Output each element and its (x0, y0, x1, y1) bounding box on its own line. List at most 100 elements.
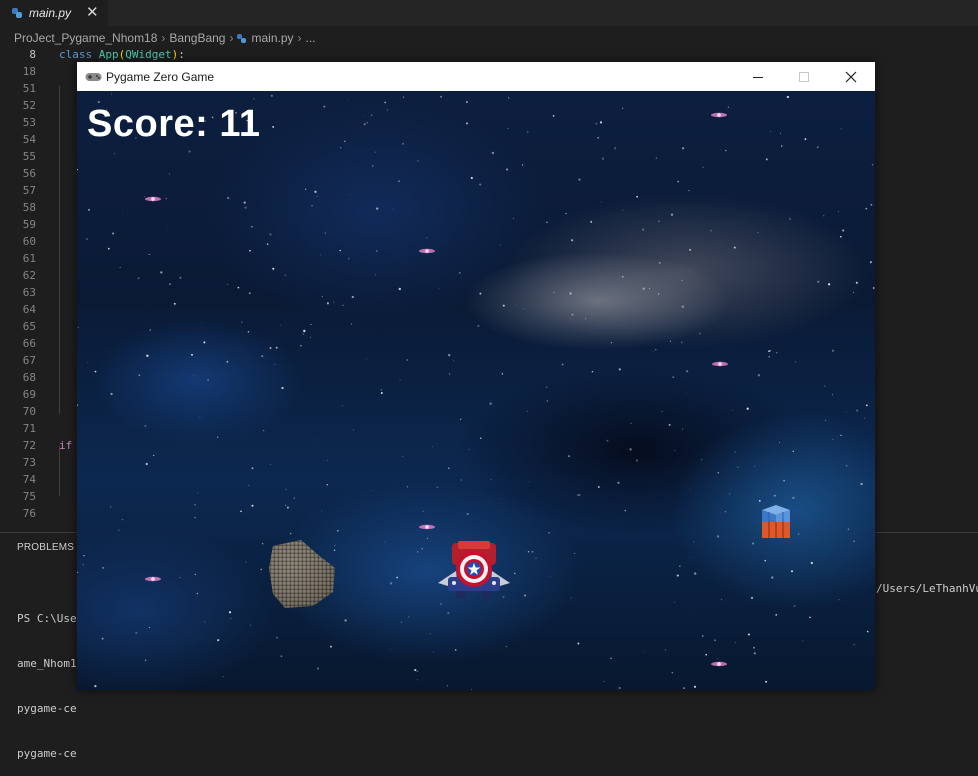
star (270, 94, 273, 97)
star (531, 550, 534, 553)
breadcrumb-item-folder[interactable]: BangBang (169, 31, 225, 45)
star (606, 439, 609, 442)
star (344, 619, 347, 622)
star (249, 624, 252, 626)
breadcrumb-item-project[interactable]: ProJect_Pygame_Nhom18 (14, 31, 157, 45)
star (698, 332, 701, 335)
minimize-button[interactable] (735, 62, 781, 91)
line-number: 51 (22, 82, 36, 95)
star (727, 106, 730, 108)
star (621, 107, 624, 109)
star (261, 542, 264, 545)
star (286, 506, 289, 509)
star (692, 612, 694, 614)
star (403, 96, 405, 98)
star (764, 559, 767, 562)
star (548, 532, 550, 534)
pygame-window[interactable]: Pygame Zero Game Score: 11 (77, 62, 875, 690)
problems-tab[interactable]: PROBLEMS (17, 542, 74, 553)
breadcrumb-item-symbol[interactable]: ... (306, 31, 316, 45)
star (144, 659, 147, 662)
star (374, 151, 376, 153)
star (754, 466, 756, 467)
star (253, 98, 255, 100)
star (470, 688, 473, 690)
star (840, 235, 842, 238)
star (111, 93, 113, 95)
star (822, 214, 825, 217)
star (202, 322, 203, 324)
star (272, 267, 275, 270)
tab-main-py[interactable]: main.py ✕ (0, 0, 108, 26)
star (351, 323, 353, 325)
star (330, 645, 332, 648)
star (179, 576, 181, 579)
star (668, 423, 671, 426)
game-canvas[interactable]: Score: 11 (77, 91, 875, 690)
star (83, 555, 85, 557)
star (327, 459, 329, 461)
star (109, 506, 112, 508)
breadcrumb-item-file[interactable]: main.py (251, 31, 293, 45)
star (397, 180, 401, 183)
star (228, 611, 232, 614)
star (341, 405, 343, 406)
pink-star-core (425, 525, 429, 529)
star (719, 149, 721, 150)
star (702, 166, 704, 168)
star (390, 649, 392, 650)
maximize-button[interactable] (781, 62, 827, 91)
star (489, 402, 492, 405)
star (775, 614, 778, 616)
tab-label: main.py (29, 6, 72, 20)
star (326, 302, 330, 305)
star (724, 511, 727, 513)
close-button[interactable] (828, 62, 874, 91)
star (591, 370, 594, 373)
star (653, 351, 654, 353)
star (792, 496, 795, 500)
terminal-output: PS C:\User ame_Nhom1 pygame-ce pygame-ce (17, 581, 83, 776)
star (747, 633, 750, 636)
star (333, 301, 335, 303)
terminal-line: ame_Nhom1 (17, 657, 77, 670)
star (371, 490, 372, 491)
star (249, 249, 251, 252)
star (642, 228, 645, 231)
star (491, 151, 495, 155)
star (188, 150, 191, 153)
star (734, 642, 736, 643)
star (779, 132, 781, 134)
star (240, 510, 242, 513)
asteroid-sprite (269, 540, 335, 608)
star (863, 417, 865, 419)
indent-guide (59, 446, 60, 496)
breadcrumb-separator-icon: › (297, 31, 302, 45)
editor-tab-bar: main.py ✕ (0, 0, 978, 26)
star (770, 131, 771, 132)
star (468, 448, 470, 450)
star (248, 292, 251, 295)
star (339, 249, 342, 252)
window-titlebar[interactable]: Pygame Zero Game (77, 62, 875, 91)
star (440, 95, 443, 98)
star (629, 448, 632, 451)
star (810, 561, 813, 565)
star (853, 540, 855, 543)
star (561, 363, 564, 366)
terminal-line-right: /Users/LeThanhVu/ (876, 582, 978, 595)
star (732, 409, 734, 411)
star (545, 386, 548, 388)
star (654, 348, 657, 351)
star (780, 145, 783, 147)
star (528, 481, 530, 483)
star (107, 247, 110, 250)
star (565, 212, 567, 215)
star (426, 237, 428, 239)
star (717, 472, 720, 474)
star (272, 125, 275, 128)
star (852, 291, 855, 293)
star (733, 246, 736, 249)
maximize-icon (799, 71, 809, 82)
tab-close-icon[interactable]: ✕ (86, 3, 99, 21)
